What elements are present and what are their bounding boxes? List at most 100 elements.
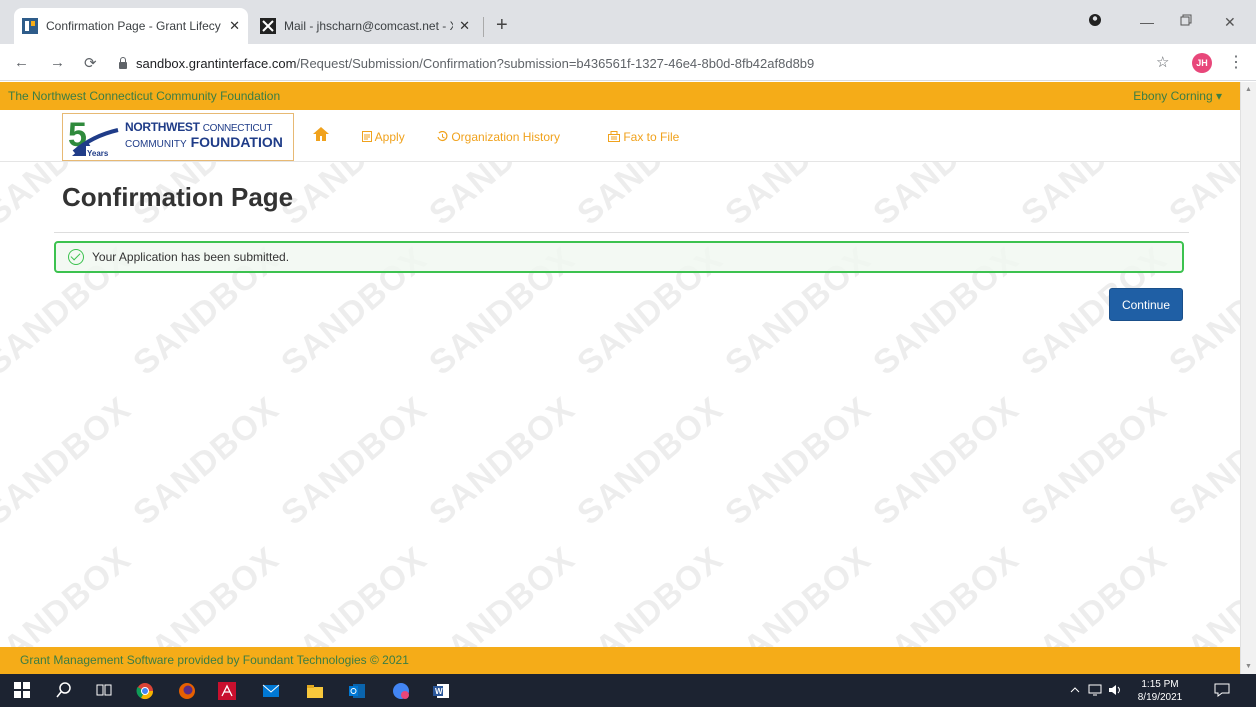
volume-icon[interactable] xyxy=(1108,683,1126,701)
watermark-text: SANDBOX xyxy=(866,539,1027,647)
watermark-text: SANDBOX xyxy=(274,162,435,233)
url-field[interactable]: sandbox.grantinterface.com/Request/Submi… xyxy=(118,49,1138,77)
mail-favicon-icon xyxy=(260,18,276,34)
page-scrollbar[interactable]: ▲ ▼ xyxy=(1240,82,1256,674)
watermark-text: SANDBOX xyxy=(126,389,287,533)
forward-icon[interactable]: → xyxy=(50,54,65,71)
tab-title: Confirmation Page - Grant Lifecy xyxy=(46,19,221,33)
windows-start-icon[interactable] xyxy=(14,682,32,700)
file-explorer-icon[interactable] xyxy=(306,682,324,700)
chrome-profile-icon[interactable] xyxy=(392,682,410,700)
grant-favicon-icon xyxy=(22,18,38,34)
task-view-icon[interactable] xyxy=(96,682,114,700)
back-icon[interactable]: ← xyxy=(14,54,29,71)
watermark-text: SANDBOX xyxy=(126,539,287,647)
nav-organization-history[interactable]: Organization History xyxy=(437,130,560,144)
footer: Grant Management Software provided by Fo… xyxy=(0,647,1240,674)
watermark-text: SANDBOX xyxy=(1162,389,1240,533)
user-menu[interactable]: Ebony Corning ▾ xyxy=(1133,82,1222,110)
document-icon xyxy=(362,130,375,144)
watermark-text: SANDBOX xyxy=(570,389,731,533)
tab-close-icon[interactable]: ✕ xyxy=(459,18,470,34)
acrobat-icon[interactable] xyxy=(218,682,236,700)
page-title: Confirmation Page xyxy=(62,182,294,212)
reload-icon[interactable]: ⟳ xyxy=(84,54,97,72)
browser-tab-strip: Confirmation Page - Grant Lifecy ✕ Mail … xyxy=(0,0,1256,44)
watermark-text: SANDBOX xyxy=(1014,389,1175,533)
watermark-text: SANDBOX xyxy=(422,539,583,647)
watermark-text: SANDBOX xyxy=(422,162,583,233)
logo-foundation: FOUNDATION xyxy=(190,134,283,150)
history-icon xyxy=(437,130,451,144)
tab-close-icon[interactable]: ✕ xyxy=(229,18,240,34)
watermark-text: SANDBOX xyxy=(422,389,583,533)
tab-mail[interactable]: Mail - jhscharn@comcast.net - X ✕ xyxy=(252,8,478,44)
tab-confirmation[interactable]: Confirmation Page - Grant Lifecy ✕ xyxy=(14,8,248,44)
fax-icon xyxy=(608,130,623,144)
scroll-down-icon[interactable]: ▼ xyxy=(1245,663,1252,670)
org-bar: The Northwest Connecticut Community Foun… xyxy=(0,82,1240,110)
svg-text:W: W xyxy=(435,687,443,696)
success-message: Your Application has been submitted. xyxy=(92,250,290,264)
tab-separator xyxy=(483,17,484,37)
continue-button[interactable]: Continue xyxy=(1109,288,1183,321)
url-path: /Request/Submission/Confirmation?submiss… xyxy=(296,55,815,71)
show-hidden-icons-icon[interactable] xyxy=(1068,683,1086,701)
watermark-text: SANDBOX xyxy=(1014,162,1175,233)
watermark-text: SANDBOX xyxy=(718,389,879,533)
nav-fax-to-file[interactable]: Fax to File xyxy=(608,130,679,144)
watermark-text: SANDBOX xyxy=(0,539,139,647)
profile-avatar[interactable]: JH xyxy=(1192,53,1212,73)
watermark-text: SANDBOX xyxy=(718,539,879,647)
lock-icon xyxy=(118,57,128,69)
outlook-icon[interactable] xyxy=(348,682,366,700)
url-host: sandbox.grantinterface.com xyxy=(136,55,297,71)
watermark-text: SANDBOX xyxy=(274,539,435,647)
firefox-icon[interactable] xyxy=(178,682,196,700)
scroll-up-icon[interactable]: ▲ xyxy=(1245,86,1252,93)
watermark-text: SANDBOX xyxy=(0,389,139,533)
mail-app-icon[interactable] xyxy=(262,682,280,700)
org-name: The Northwest Connecticut Community Foun… xyxy=(8,89,281,103)
main-content: SANDBOX SANDBOX SANDBOX SANDBOX SANDBOX SANDB… xyxy=(0,162,1240,647)
logo-connecticut: CONNECTICUT xyxy=(202,123,273,134)
watermark-text: SANDBOX xyxy=(1162,539,1240,647)
bookmark-star-icon[interactable]: ☆ xyxy=(1156,53,1169,71)
search-icon[interactable] xyxy=(56,682,74,700)
new-tab-icon[interactable]: + xyxy=(496,15,508,35)
logo-years: Years xyxy=(87,149,109,158)
chrome-icon[interactable] xyxy=(136,682,154,700)
watermark-text: SANDBOX xyxy=(866,389,1027,533)
restore-icon[interactable] xyxy=(1180,13,1192,29)
nav-apply-label: Apply xyxy=(374,130,405,144)
notifications-icon[interactable] xyxy=(1214,683,1232,701)
browser-account-icon[interactable] xyxy=(1088,13,1102,30)
watermark-text: SANDBOX xyxy=(1162,162,1240,233)
windows-taskbar: W 1:15 PM 8/19/2021 xyxy=(0,674,1256,707)
watermark-text: SANDBOX xyxy=(866,162,1027,233)
logo-community: COMMUNITY xyxy=(125,139,187,150)
taskbar-time[interactable]: 1:15 PM xyxy=(1134,679,1186,690)
close-window-icon[interactable]: ✕ xyxy=(1224,14,1236,31)
site-header: 5 Years NORTHWEST CONNECTICUT COMMUNITY … xyxy=(0,110,1240,162)
nav-apply[interactable]: Apply xyxy=(362,130,405,144)
address-bar: ← → ⟳ sandbox.grantinterface.com/Request… xyxy=(0,44,1256,81)
foundation-logo[interactable]: 5 Years NORTHWEST CONNECTICUT COMMUNITY … xyxy=(62,113,294,161)
logo-northwest: NORTHWEST xyxy=(125,120,200,134)
browser-menu-icon[interactable]: ⋮ xyxy=(1228,52,1244,72)
minimize-icon[interactable]: — xyxy=(1140,14,1154,30)
taskbar-date[interactable]: 8/19/2021 xyxy=(1134,692,1186,703)
fifty-years-icon: 5 Years xyxy=(68,116,119,158)
watermark-text: SANDBOX xyxy=(1014,539,1175,647)
check-circle-icon xyxy=(68,249,84,265)
title-divider xyxy=(54,232,1189,233)
nav-fax-label: Fax to File xyxy=(623,130,680,144)
network-icon[interactable] xyxy=(1088,683,1106,701)
watermark-text: SANDBOX xyxy=(570,162,731,233)
watermark-text: SANDBOX xyxy=(718,162,879,233)
word-icon[interactable]: W xyxy=(432,682,450,700)
tab-title: Mail - jhscharn@comcast.net - X xyxy=(284,19,454,33)
watermark-text: SANDBOX xyxy=(570,539,731,647)
success-alert: Your Application has been submitted. xyxy=(54,241,1184,273)
home-icon[interactable] xyxy=(312,126,330,147)
